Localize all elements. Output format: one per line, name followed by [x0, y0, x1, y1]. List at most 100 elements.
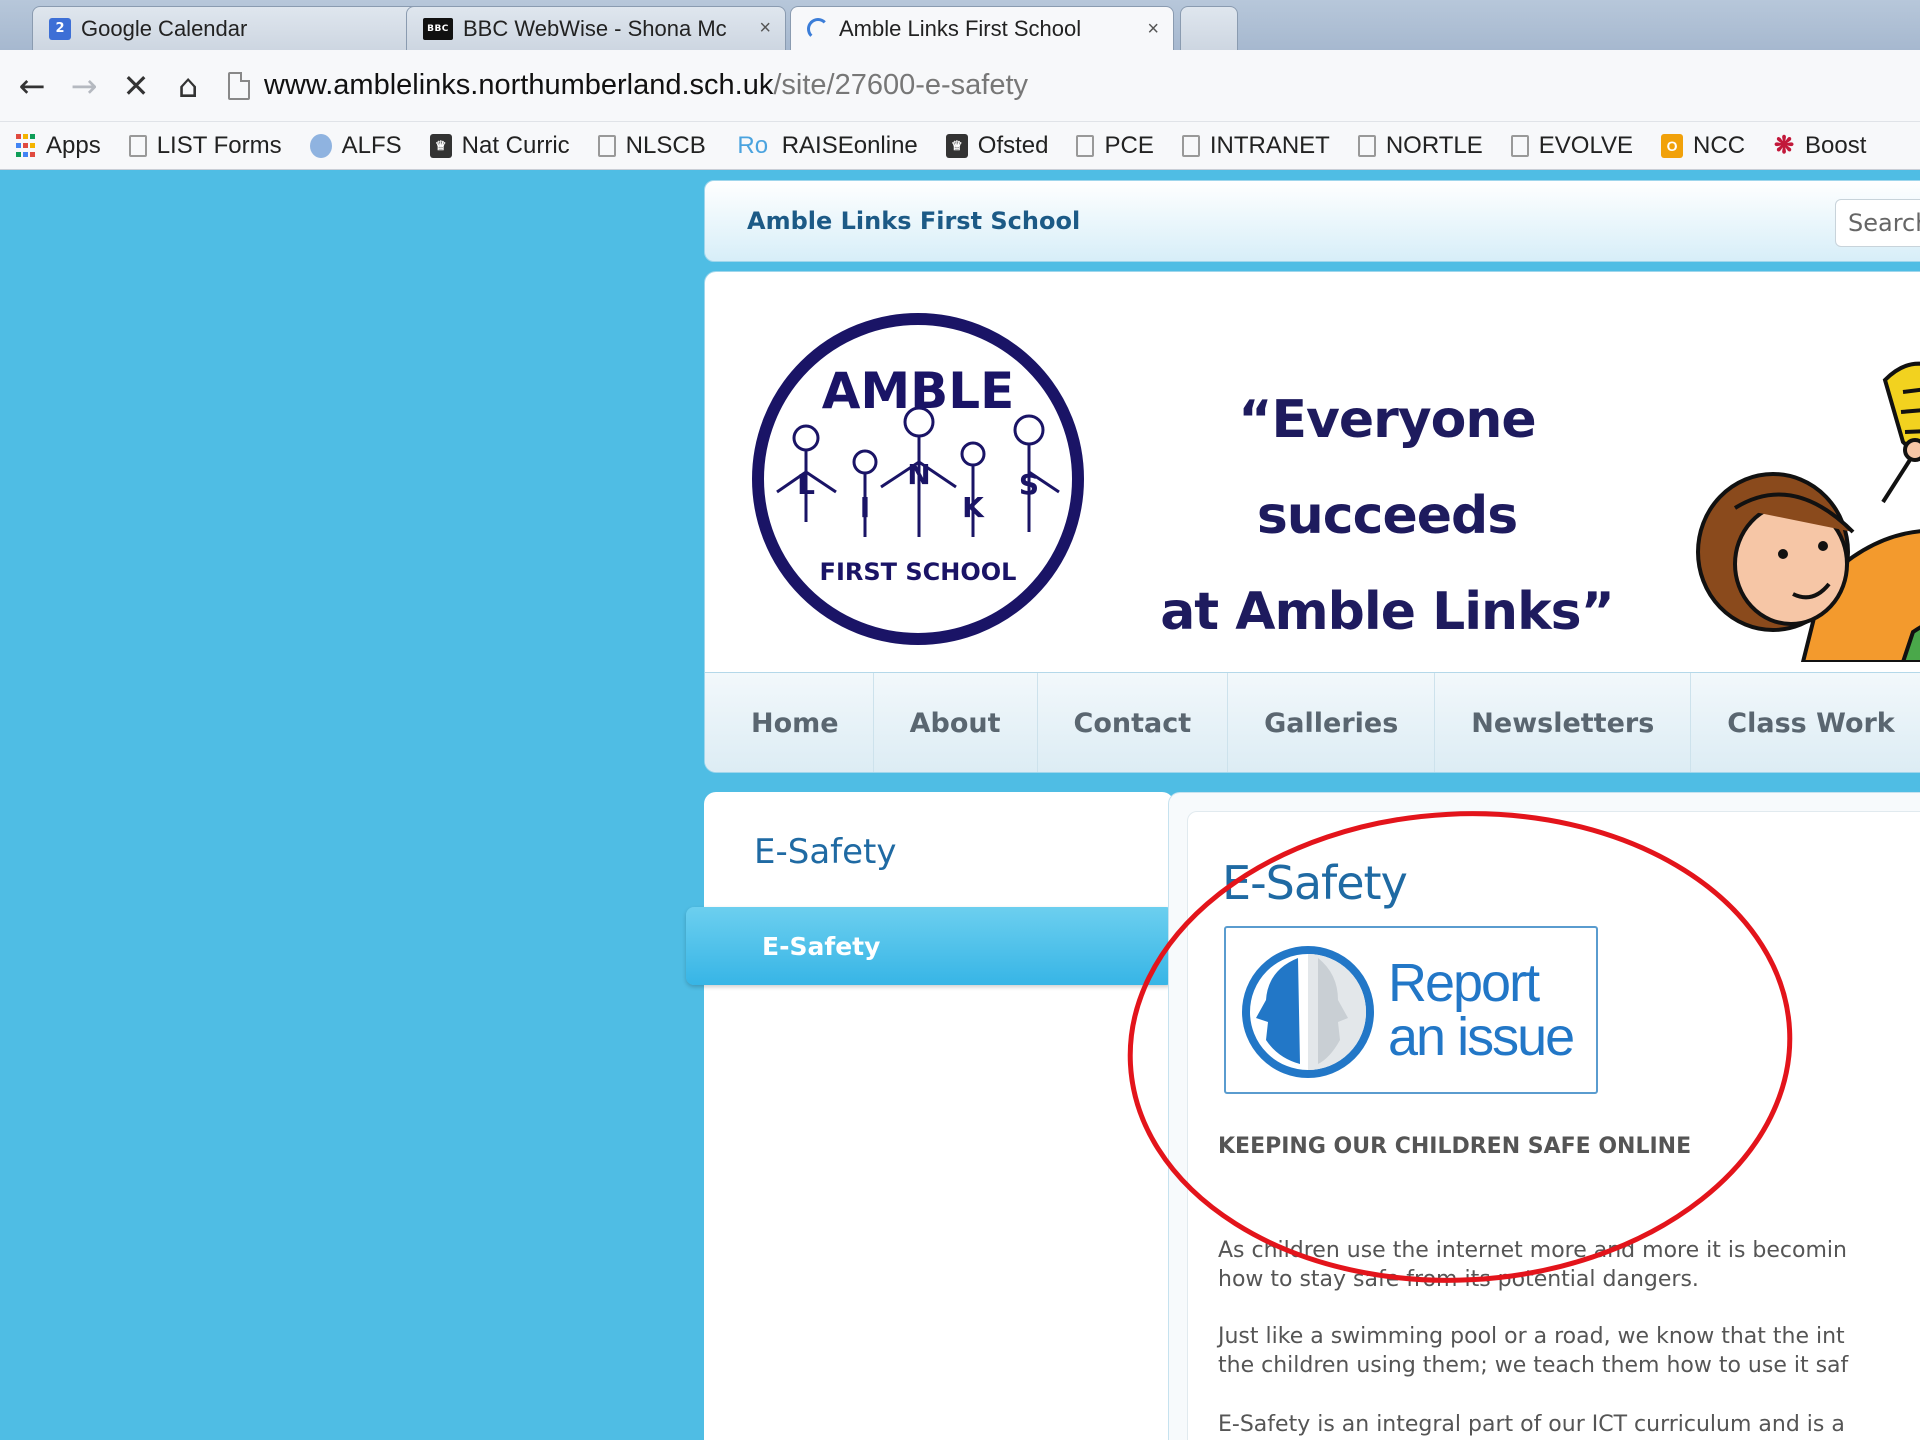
main-content: E-Safety Report an issue KEEPING OUR CHI…	[1168, 792, 1920, 1440]
bookmark-raiseonline[interactable]: Ro RAISEonline	[734, 131, 918, 160]
address-bar[interactable]: www.amblelinks.northumberland.sch.uk/sit…	[228, 60, 1920, 112]
bookmark-label: ALFS	[341, 131, 402, 159]
bookmark-label: Ofsted	[977, 131, 1049, 159]
main-navigation: Home About Contact Galleries Newsletters…	[705, 672, 1920, 772]
forward-arrow-icon[interactable]: →	[64, 66, 104, 106]
bookmark-apps[interactable]: Apps	[14, 132, 101, 160]
loading-spinner-icon	[807, 18, 829, 40]
search-input[interactable]: Search	[1835, 199, 1920, 247]
school-motto: “Everyone succeeds at Amble Links”	[1117, 372, 1657, 660]
bookmark-ncc[interactable]: O NCC	[1661, 132, 1745, 160]
body-paragraph: E-Safety is an integral part of our ICT …	[1218, 1412, 1845, 1437]
logo-bottom-text: FIRST SCHOOL	[820, 558, 1017, 586]
nav-class-work[interactable]: Class Work	[1691, 673, 1920, 772]
motto-line: at Amble Links”	[1160, 582, 1615, 642]
bookmark-pce[interactable]: PCE	[1076, 131, 1154, 160]
logo-letter: L	[797, 468, 815, 501]
child-illustration	[1696, 361, 1920, 662]
logo-letter: I	[860, 491, 870, 524]
page-icon	[597, 134, 616, 157]
bookmarks-bar: Apps LIST Forms ALFS ♕ Nat Curric NLSCB …	[0, 122, 1920, 170]
bookmark-label: RAISEonline	[781, 131, 918, 159]
nav-contact[interactable]: Contact	[1038, 673, 1229, 772]
report-an-issue-button[interactable]: Report an issue	[1224, 926, 1598, 1094]
people-icon	[309, 133, 332, 158]
bookmark-label: Nat Curric	[461, 131, 570, 159]
ro-icon: Ro	[737, 131, 769, 159]
browser-toolbar: ← → ✕ ⌂ www.amblelinks.northumberland.sc…	[0, 50, 1920, 122]
bookmark-label: PCE	[1104, 131, 1154, 159]
bookmark-label: NORTLE	[1385, 131, 1483, 159]
bookmark-evolve[interactable]: EVOLVE	[1510, 131, 1634, 160]
school-logo[interactable]: AMBLE L I N K S FIRST SCHOOL	[741, 312, 1095, 646]
tab-google-calendar[interactable]: 2 Google Calendar ×	[32, 6, 440, 50]
nav-about[interactable]: About	[874, 673, 1038, 772]
stop-loading-icon[interactable]: ✕	[116, 66, 156, 106]
body-paragraph: Just like a swimming pool or a road, we …	[1218, 1324, 1849, 1378]
tab-title: BBC WebWise - Shona Mc	[463, 15, 727, 41]
boost-icon: ❋	[1773, 132, 1795, 159]
tab-title: Google Calendar	[81, 15, 248, 41]
page-icon	[228, 71, 250, 100]
crown-icon: ♕	[945, 133, 968, 158]
tab-bbc-webwise[interactable]: BBC BBC WebWise - Shona Mc ×	[406, 6, 786, 50]
page-icon	[1181, 134, 1200, 157]
calendar-icon: 2	[49, 17, 71, 40]
bookmark-nlscb[interactable]: NLSCB	[597, 131, 706, 160]
bookmark-label: Apps	[46, 131, 101, 159]
page-icon	[1076, 134, 1095, 157]
bookmark-label: NCC	[1693, 131, 1746, 159]
outlook-icon: O	[1661, 133, 1684, 158]
home-icon[interactable]: ⌂	[168, 66, 208, 106]
bookmark-label: Boost	[1805, 131, 1867, 159]
bookmark-nortle[interactable]: NORTLE	[1357, 131, 1483, 160]
sidebar: E-Safety E-Safety	[686, 792, 1174, 1440]
report-face-icon	[1242, 946, 1374, 1078]
site-banner: AMBLE L I N K S FIRST SCHOOL “Everyone s…	[704, 271, 1920, 773]
nav-newsletters[interactable]: Newsletters	[1435, 673, 1692, 772]
apps-grid-icon	[14, 134, 36, 158]
close-icon[interactable]: ×	[759, 17, 771, 40]
body-paragraph: As children use the internet more and mo…	[1218, 1238, 1847, 1292]
sidebar-title: E-Safety	[754, 832, 897, 872]
report-line: Report	[1388, 953, 1540, 1013]
bookmark-nat-curric[interactable]: ♕ Nat Curric	[429, 131, 570, 160]
bookmark-intranet[interactable]: INTRANET	[1181, 131, 1330, 160]
page-icon	[128, 134, 147, 157]
crown-icon: ♕	[429, 133, 452, 158]
nav-home[interactable]: Home	[705, 673, 874, 772]
bookmark-boost[interactable]: ❋ Boost	[1773, 132, 1866, 160]
close-icon[interactable]: ×	[1147, 18, 1159, 41]
site-name[interactable]: Amble Links First School	[747, 207, 1080, 235]
nav-galleries[interactable]: Galleries	[1228, 673, 1436, 772]
tab-amble-links[interactable]: Amble Links First School ×	[790, 6, 1174, 51]
bookmark-label: LIST Forms	[156, 131, 282, 159]
report-line: an issue	[1388, 1007, 1575, 1067]
motto-line: “Everyone succeeds	[1238, 390, 1536, 546]
web-page: Amble Links First School Search AMBLE L …	[0, 170, 1920, 1440]
tab-strip: 2 Google Calendar × BBC BBC WebWise - Sh…	[0, 0, 1920, 51]
url-host: www.amblelinks.northumberland.sch.uk	[264, 69, 774, 101]
bookmark-label: NLSCB	[625, 131, 706, 159]
site-header-bar: Amble Links First School Search	[704, 180, 1920, 262]
back-arrow-icon[interactable]: ←	[12, 66, 52, 106]
report-label: Report an issue	[1388, 953, 1575, 1067]
bookmark-alfs[interactable]: ALFS	[309, 131, 402, 160]
page-title: E-Safety	[1222, 856, 1408, 910]
bookmark-ofsted[interactable]: ♕ Ofsted	[945, 131, 1049, 160]
new-tab-button[interactable]	[1180, 6, 1238, 50]
sidebar-item-e-safety[interactable]: E-Safety	[686, 907, 1174, 985]
page-icon	[1510, 134, 1529, 157]
page-icon	[1357, 134, 1376, 157]
bookmark-label: EVOLVE	[1538, 131, 1634, 159]
bookmark-label: INTRANET	[1209, 131, 1330, 159]
logo-top-text: AMBLE	[822, 362, 1015, 420]
section-heading: KEEPING OUR CHILDREN SAFE ONLINE	[1218, 1134, 1692, 1159]
bookmark-list-forms[interactable]: LIST Forms	[128, 131, 282, 160]
tab-title: Amble Links First School	[839, 16, 1082, 41]
content-panel: E-Safety Report an issue KEEPING OUR CHI…	[1187, 811, 1920, 1440]
logo-letter: S	[1019, 468, 1039, 501]
logo-letter: K	[962, 491, 985, 524]
logo-letter: N	[907, 458, 930, 491]
url-path: /site/27600-e-safety	[773, 69, 1029, 101]
